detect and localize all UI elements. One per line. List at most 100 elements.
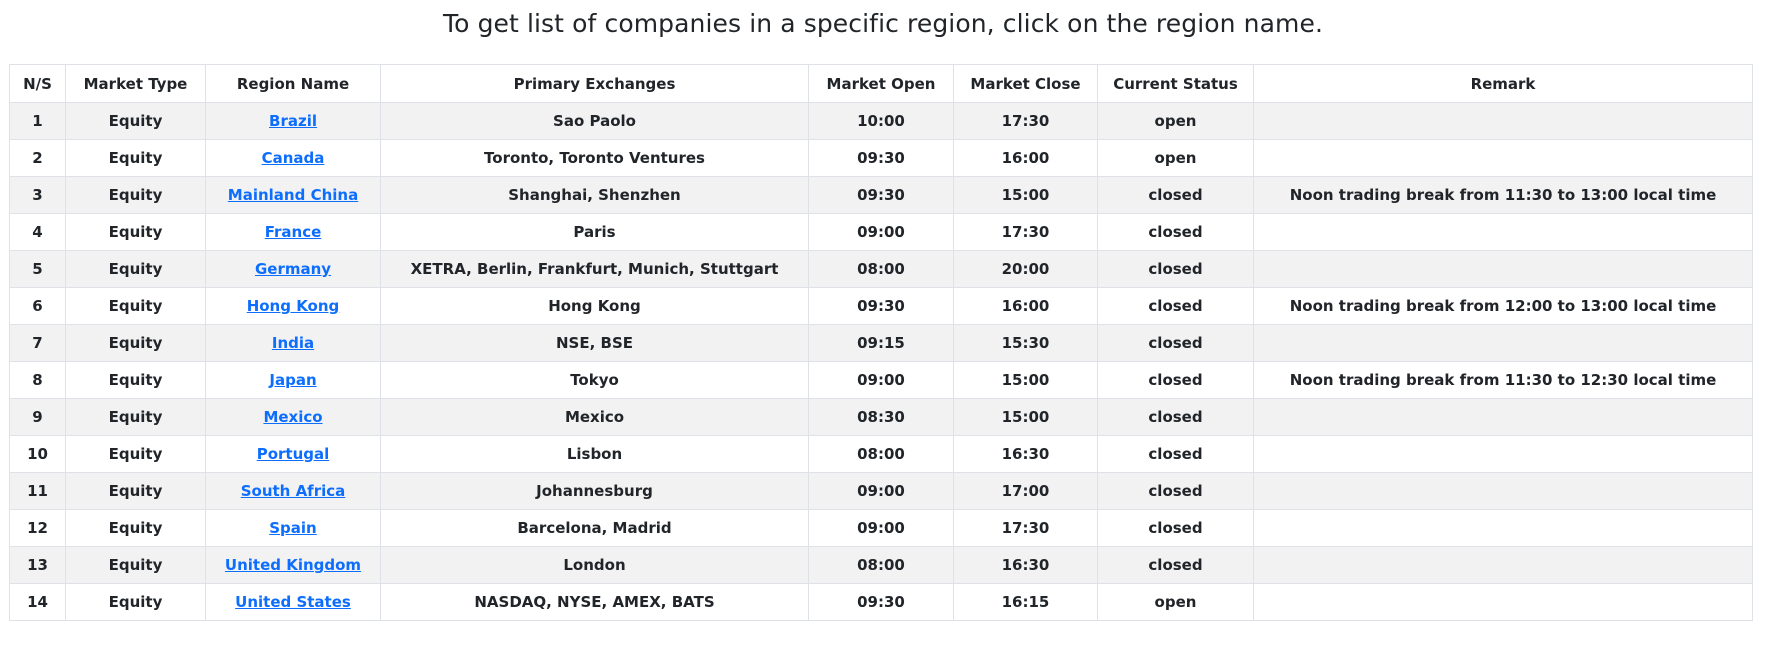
cell-market-close: 16:00 bbox=[953, 287, 1098, 325]
column-header-region-name: Region Name bbox=[205, 64, 381, 103]
cell-current-status: closed bbox=[1097, 324, 1254, 362]
cell-market-close: 15:00 bbox=[953, 176, 1098, 214]
cell-market-close: 17:30 bbox=[953, 213, 1098, 251]
table-row: 5 Equity Germany XETRA, Berlin, Frankfurt, … bbox=[9, 250, 1753, 288]
cell-primary-exchanges: NSE, BSE bbox=[380, 324, 809, 362]
column-header-remark: Remark bbox=[1253, 64, 1753, 103]
cell-market-open: 09:00 bbox=[808, 361, 954, 399]
cell-market-type: Equity bbox=[65, 213, 206, 251]
cell-remark: Noon trading break from 11:30 to 13:00 l… bbox=[1253, 176, 1753, 214]
cell-market-type: Equity bbox=[65, 546, 206, 584]
cell-region-name: South Africa bbox=[205, 472, 381, 510]
cell-market-open: 09:00 bbox=[808, 509, 954, 547]
cell-remark bbox=[1253, 213, 1753, 251]
cell-market-open: 08:00 bbox=[808, 435, 954, 473]
cell-current-status: closed bbox=[1097, 250, 1254, 288]
cell-market-type: Equity bbox=[65, 398, 206, 436]
cell-market-open: 09:30 bbox=[808, 139, 954, 177]
cell-region-name: Brazil bbox=[205, 102, 381, 140]
cell-current-status: open bbox=[1097, 139, 1254, 177]
cell-market-close: 15:00 bbox=[953, 398, 1098, 436]
region-link[interactable]: South Africa bbox=[241, 482, 346, 500]
cell-market-type: Equity bbox=[65, 102, 206, 140]
cell-region-name: Spain bbox=[205, 509, 381, 547]
table-row: 1 Equity Brazil Sao Paolo 10:00 17:30 open bbox=[9, 102, 1753, 140]
column-header-current-status: Current Status bbox=[1097, 64, 1254, 103]
cell-primary-exchanges: Mexico bbox=[380, 398, 809, 436]
column-header-ns: N/S bbox=[9, 64, 66, 103]
cell-ns: 9 bbox=[9, 398, 66, 436]
cell-ns: 1 bbox=[9, 102, 66, 140]
cell-region-name: Japan bbox=[205, 361, 381, 399]
cell-primary-exchanges: Sao Paolo bbox=[380, 102, 809, 140]
column-header-primary-exchanges: Primary Exchanges bbox=[380, 64, 809, 103]
cell-market-close: 16:00 bbox=[953, 139, 1098, 177]
cell-market-type: Equity bbox=[65, 583, 206, 621]
cell-region-name: Hong Kong bbox=[205, 287, 381, 325]
region-link[interactable]: United States bbox=[235, 593, 351, 611]
cell-ns: 14 bbox=[9, 583, 66, 621]
region-link[interactable]: Mainland China bbox=[228, 186, 358, 204]
region-link[interactable]: Germany bbox=[255, 260, 331, 278]
cell-remark: Noon trading break from 11:30 to 12:30 l… bbox=[1253, 361, 1753, 399]
cell-current-status: closed bbox=[1097, 546, 1254, 584]
cell-current-status: closed bbox=[1097, 435, 1254, 473]
cell-ns: 13 bbox=[9, 546, 66, 584]
cell-current-status: closed bbox=[1097, 472, 1254, 510]
cell-ns: 6 bbox=[9, 287, 66, 325]
cell-region-name: Mexico bbox=[205, 398, 381, 436]
region-link[interactable]: Canada bbox=[262, 149, 325, 167]
cell-ns: 5 bbox=[9, 250, 66, 288]
cell-current-status: closed bbox=[1097, 509, 1254, 547]
table-body: 1 Equity Brazil Sao Paolo 10:00 17:30 open 2 Equ… bbox=[9, 102, 1753, 621]
table-row: 8 Equity Japan Tokyo 09:00 15:00 closed Noon tr… bbox=[9, 361, 1753, 399]
region-link[interactable]: France bbox=[265, 223, 322, 241]
cell-region-name: Mainland China bbox=[205, 176, 381, 214]
cell-ns: 4 bbox=[9, 213, 66, 251]
region-link[interactable]: Portugal bbox=[257, 445, 330, 463]
cell-market-close: 16:30 bbox=[953, 435, 1098, 473]
cell-remark bbox=[1253, 546, 1753, 584]
table-row: 9 Equity Mexico Mexico 08:30 15:00 closed bbox=[9, 398, 1753, 436]
cell-region-name: Canada bbox=[205, 139, 381, 177]
cell-primary-exchanges: NASDAQ, NYSE, AMEX, BATS bbox=[380, 583, 809, 621]
region-link[interactable]: India bbox=[272, 334, 314, 352]
table-row: 4 Equity France Paris 09:00 17:30 closed bbox=[9, 213, 1753, 251]
cell-remark bbox=[1253, 583, 1753, 621]
cell-market-close: 16:15 bbox=[953, 583, 1098, 621]
page-heading: To get list of companies in a specific r… bbox=[443, 9, 1323, 38]
region-link[interactable]: Japan bbox=[269, 371, 316, 389]
cell-market-open: 10:00 bbox=[808, 102, 954, 140]
cell-market-type: Equity bbox=[65, 176, 206, 214]
cell-current-status: closed bbox=[1097, 176, 1254, 214]
cell-remark bbox=[1253, 250, 1753, 288]
cell-remark bbox=[1253, 324, 1753, 362]
cell-region-name: United Kingdom bbox=[205, 546, 381, 584]
cell-primary-exchanges: London bbox=[380, 546, 809, 584]
cell-market-open: 09:30 bbox=[808, 176, 954, 214]
region-link[interactable]: United Kingdom bbox=[225, 556, 361, 574]
table-row: 13 Equity United Kingdom London 08:00 16:30 cl… bbox=[9, 546, 1753, 584]
cell-region-name: United States bbox=[205, 583, 381, 621]
cell-market-type: Equity bbox=[65, 509, 206, 547]
cell-market-close: 20:00 bbox=[953, 250, 1098, 288]
cell-market-close: 16:30 bbox=[953, 546, 1098, 584]
region-link[interactable]: Brazil bbox=[269, 112, 317, 130]
cell-current-status: open bbox=[1097, 102, 1254, 140]
cell-market-type: Equity bbox=[65, 139, 206, 177]
cell-market-type: Equity bbox=[65, 324, 206, 362]
cell-market-close: 15:00 bbox=[953, 361, 1098, 399]
cell-primary-exchanges: Shanghai, Shenzhen bbox=[380, 176, 809, 214]
cell-market-open: 09:00 bbox=[808, 213, 954, 251]
table-row: 6 Equity Hong Kong Hong Kong 09:30 16:00 close… bbox=[9, 287, 1753, 325]
cell-ns: 12 bbox=[9, 509, 66, 547]
table-row: 7 Equity India NSE, BSE 09:15 15:30 closed bbox=[9, 324, 1753, 362]
region-link[interactable]: Spain bbox=[269, 519, 316, 537]
region-link[interactable]: Mexico bbox=[263, 408, 322, 426]
cell-ns: 10 bbox=[9, 435, 66, 473]
cell-region-name: Germany bbox=[205, 250, 381, 288]
cell-market-type: Equity bbox=[65, 361, 206, 399]
cell-region-name: France bbox=[205, 213, 381, 251]
region-link[interactable]: Hong Kong bbox=[247, 297, 340, 315]
cell-primary-exchanges: Johannesburg bbox=[380, 472, 809, 510]
